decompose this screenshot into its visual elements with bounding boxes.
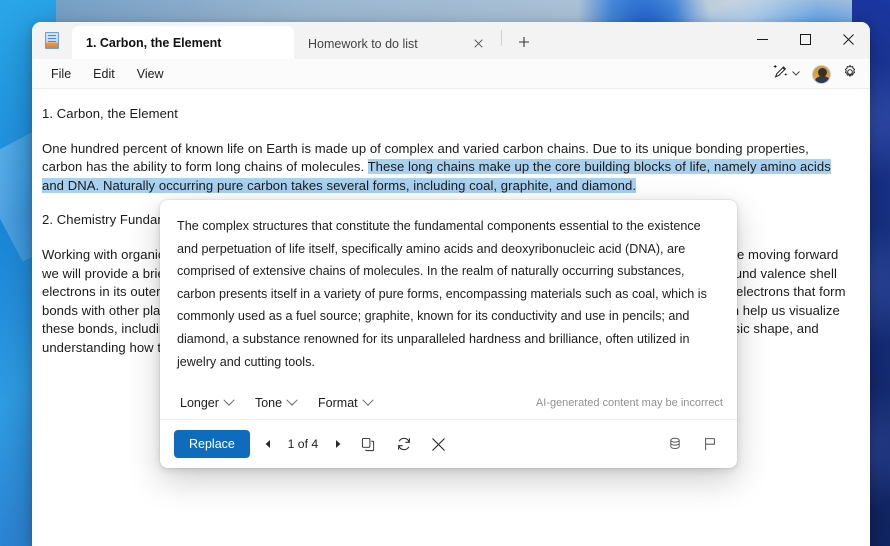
close-icon[interactable] [827,22,870,56]
chevron-down-icon [223,394,235,406]
copy-icon[interactable] [356,431,382,457]
menu-bar-right [768,59,862,89]
title-bar: 1. Carbon, the Element Homework to do li… [32,22,870,59]
maximize-icon[interactable] [784,22,827,56]
new-tab-button[interactable] [510,28,538,56]
menu-bar: File Edit View [32,59,870,89]
next-arrow-icon[interactable] [329,433,347,455]
chevron-down-icon [361,394,374,406]
account-button[interactable] [808,62,835,86]
tab-carbon-the-element[interactable]: 1. Carbon, the Element [72,26,294,59]
menu-file[interactable]: File [40,63,82,85]
window-controls [741,22,870,56]
length-dropdown[interactable]: Longer [174,392,239,414]
menu-edit[interactable]: Edit [82,63,126,85]
document-heading-1: 1. Carbon, the Element [42,106,178,121]
ai-rewrite-button[interactable] [768,62,805,86]
refresh-icon[interactable] [391,431,417,457]
ai-rewrite-icon [772,63,789,85]
format-dropdown[interactable]: Format [312,392,378,414]
notepad-window: 1. Carbon, the Element Homework to do li… [32,22,870,546]
ai-popup-toolbar: Longer Tone Format AI-generated content … [160,386,737,421]
tab-label: 1. Carbon, the Element [86,35,222,50]
menu-view[interactable]: View [126,63,175,85]
length-dropdown-label: Longer [180,395,219,410]
tone-dropdown[interactable]: Tone [249,392,302,414]
notepad-icon [32,22,72,59]
suggestion-pager: 1 of 4 [287,437,319,452]
replace-button[interactable]: Replace [174,430,250,459]
account-avatar [812,64,831,84]
tab-homework-to-do-list[interactable]: Homework to do list [294,28,499,59]
close-icon[interactable] [469,35,487,53]
previous-arrow-icon[interactable] [259,433,277,455]
credits-stack-icon[interactable] [662,431,688,457]
flag-icon[interactable] [697,431,723,457]
dismiss-close-icon[interactable] [426,431,452,457]
tab-label: Homework to do list [308,36,418,51]
minimize-icon[interactable] [741,22,784,56]
ai-disclaimer: AI-generated content may be incorrect [535,396,723,409]
ai-popup-actions: Replace 1 of 4 [160,420,737,469]
tone-dropdown-label: Tone [254,395,283,410]
chevron-down-icon [286,394,298,406]
chevron-down-icon [791,65,801,83]
tab-separator [501,29,502,46]
desktop: 1. Carbon, the Element Homework to do li… [0,0,890,546]
document-paragraph-1: One hundred percent of known life on Ear… [42,140,852,196]
settings-gear-icon [842,64,858,85]
tab-strip: 1. Carbon, the Element Homework to do li… [72,22,538,59]
settings-button[interactable] [838,62,862,86]
ai-rewrite-popup: The complex structures that constitute t… [160,200,737,469]
ai-generated-text: The complex structures that constitute t… [177,219,707,369]
format-dropdown-label: Format [318,395,358,410]
